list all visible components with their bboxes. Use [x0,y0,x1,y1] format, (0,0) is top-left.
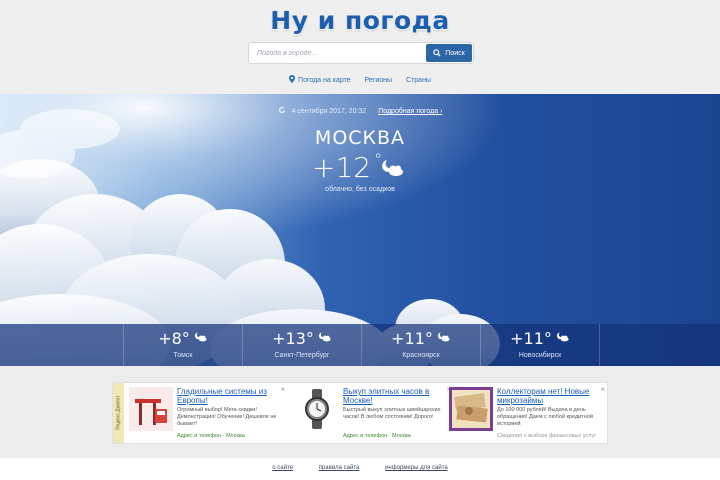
ad-item[interactable]: Гладильные системы из Европы! Огромный в… [127,385,287,443]
current-condition: облачно, без осадков [325,186,395,193]
city-item-novosibirsk[interactable]: +11° Новосибирск [480,324,600,366]
detailed-weather-link[interactable]: Подробная погода › [378,108,442,115]
footer-link-about[interactable]: о сайте [272,465,293,471]
city-item-tomsk[interactable]: +8° Томск [123,324,242,366]
nav-link-map[interactable]: Погода на карте [289,75,353,84]
current-temperature: +12 ° [312,150,383,184]
ad-description: Быстрый выкуп элитных швейцарских часов!… [343,407,441,420]
partly-cloudy-night-icon [382,160,403,176]
refresh-icon[interactable] [278,106,286,114]
nav-link-regions[interactable]: Регионы [365,77,393,84]
other-cities-strip: +8° Томск +13° Санкт-Петербург +11° Крас… [0,324,720,366]
ad-description: До 100 000 рублей! Выдача в день обращен… [497,407,593,427]
map-pin-icon [289,75,296,83]
partly-cloudy-night-icon [437,332,450,342]
city-name: Красноярск [402,352,440,359]
partly-cloudy-night-icon [318,332,331,342]
close-icon[interactable]: × [280,385,285,394]
partly-cloudy-night-icon [556,332,569,342]
nav-link-countries[interactable]: Страны [406,77,431,84]
city-name: Новосибирск [518,352,562,359]
ad-contact[interactable]: Адрес и телефон · Москва [177,433,285,439]
weather-meta: 4 сентября 2017, 20:32 Подробная погода › [0,106,720,115]
partly-cloudy-night-icon [194,332,207,342]
search-bar: Поиск [248,42,474,64]
top-nav: Погода на карте Регионы Страны [0,75,720,84]
footer-link-informers[interactable]: информеры для сайта [385,465,448,471]
ad-item[interactable]: Выкуп элитных часов в Москве! Быстрый вы… [293,385,453,443]
banknotes-image [449,387,493,431]
close-icon[interactable]: × [600,385,605,394]
search-button[interactable]: Поиск [426,44,472,62]
other-cities-list: +8° Томск +13° Санкт-Петербург +11° Крас… [123,324,600,366]
footer: о сайте правила сайта информеры для сайт… [0,458,720,480]
footer-link-rules[interactable]: правила сайта [319,465,360,471]
search-button-label: Поиск [445,49,465,57]
city-name: Санкт-Петербург [274,352,330,359]
site-logo[interactable]: Ну и погода [0,6,720,35]
ad-item[interactable]: Коллекторам нет! Новые микрозаймы До 100… [447,385,607,443]
ad-contact[interactable]: Адрес и телефон · Москва [343,433,451,439]
weather-datetime: 4 сентября 2017, 20:32 [291,108,367,115]
ad-block: Яндекс.Директ Гладильные системы из Евро… [112,382,608,444]
ironing-system-image [129,387,173,431]
ad-disclaimer: Сведения о выборе финансовых услуг [497,433,597,439]
watch-image [295,387,339,431]
city-temperature: +11° [391,329,433,348]
city-temperature: +13° [272,329,314,348]
city-item-krasnoyarsk[interactable]: +11° Красноярск [361,324,480,366]
ad-label: Яндекс.Директ [113,383,124,443]
city-temperature: +11° [510,329,552,348]
search-icon [433,49,441,57]
ad-title[interactable]: Гладильные системы из Европы! [177,387,285,405]
ad-title[interactable]: Коллекторам нет! Новые микрозаймы [497,387,605,405]
header: Ну и погода Поиск Погода на карте Регион… [0,0,720,94]
ad-description: Огромный выбор! Мега-скидки! Демонстраци… [177,407,277,427]
city-temperature: +8° [158,329,190,348]
city-item-saint-petersburg[interactable]: +13° Санкт-Петербург [242,324,361,366]
current-city: МОСКВА [314,127,406,149]
search-input[interactable] [249,43,425,63]
weather-hero: 4 сентября 2017, 20:32 Подробная погода ›… [0,94,720,366]
city-name: Томск [173,352,193,359]
ad-title[interactable]: Выкуп элитных часов в Москве! [343,387,451,405]
